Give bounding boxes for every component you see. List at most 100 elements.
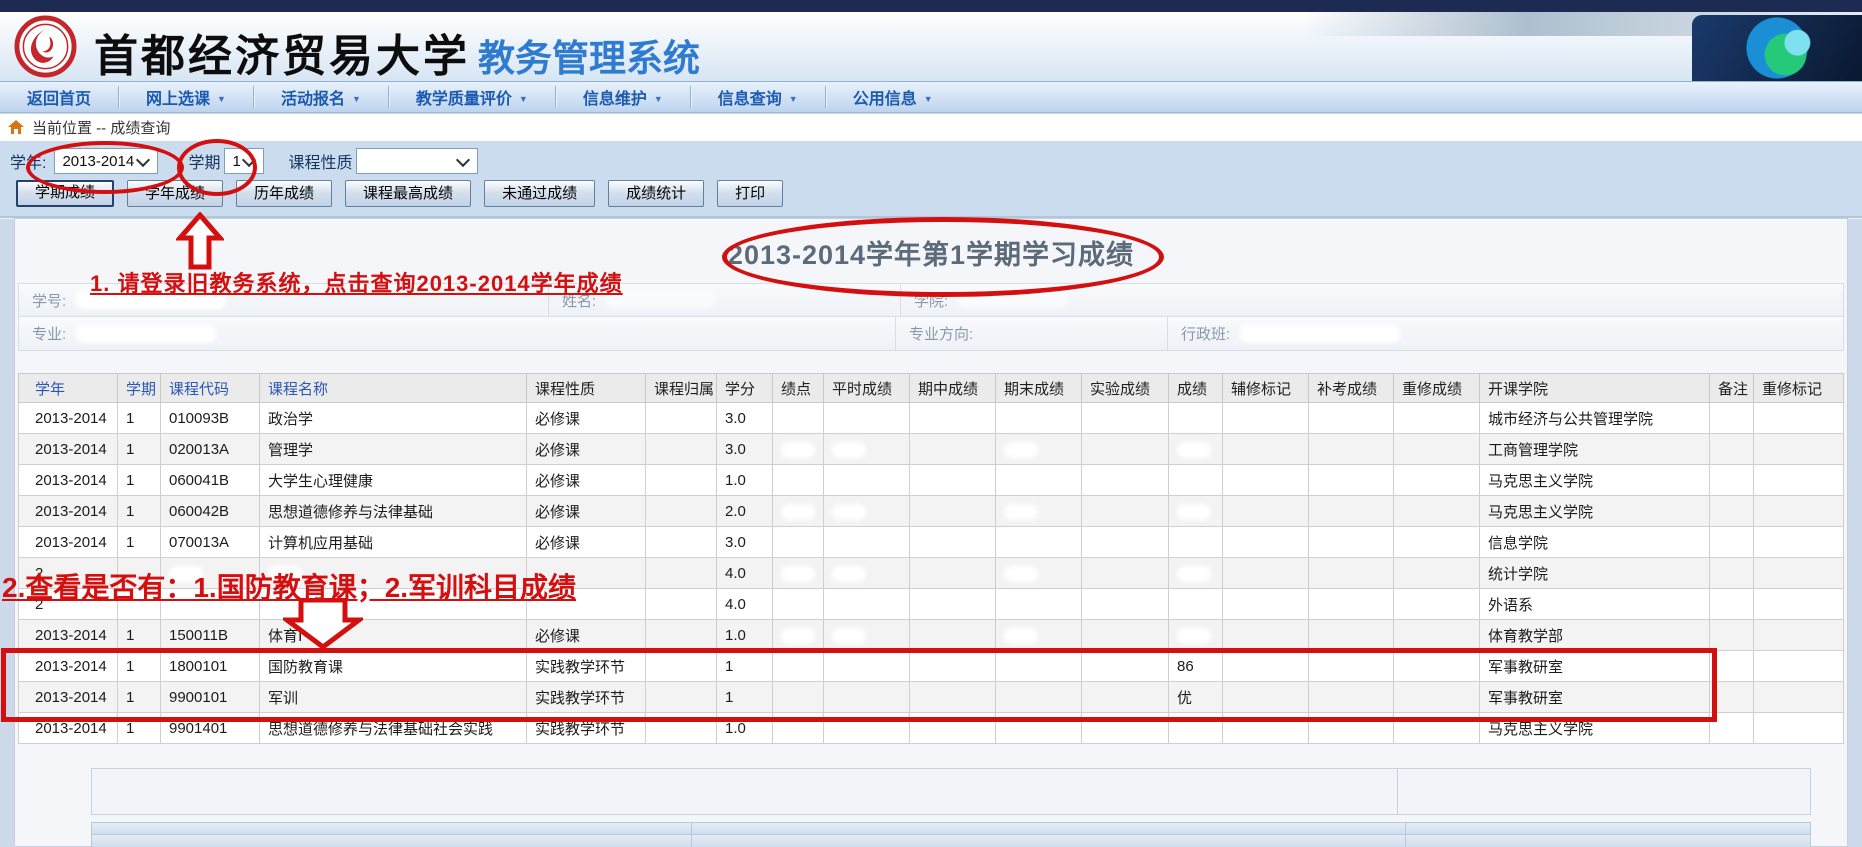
student-name-cell: 姓名: [549,284,901,316]
nav-item-label: 网上选课 [146,85,210,109]
table-row: 2013-201411800101国防教育课实践教学环节186军事教研室 [19,651,1844,682]
table-cell: 外语系 [1480,589,1710,620]
tab-button-6[interactable]: 成绩统计 [608,180,704,207]
table-cell: 1 [118,496,161,527]
table-cell: 060041B [161,465,260,496]
course-nature-label: 课程性质 [288,149,352,173]
grades-table: 学年学期课程代码课程名称课程性质课程归属学分绩点平时成绩期中成绩期末成绩实验成绩… [18,373,1844,744]
table-cell [1082,589,1169,620]
table-cell: 优 [1169,682,1223,713]
table-cell [1754,713,1844,744]
table-cell: 1 [118,527,161,558]
table-cell [824,434,910,465]
column-header: 辅修标记 [1223,374,1309,403]
year-select[interactable]: 2013-2014 [54,148,158,174]
table-cell [824,527,910,558]
decorative-swirl-image [1692,15,1862,81]
grade-query-page: 欢迎您 首都经济贸易大学 教务管理系统 返回首页 网上选课▼活动报名▼教学质量评价… [0,0,1862,847]
nav-item-4[interactable]: 教学质量评价▼ [389,82,555,112]
tab-button-3[interactable]: 历年成绩 [236,180,332,207]
table-cell: 2013-2014 [19,403,118,434]
table-cell [1394,589,1480,620]
table-cell: 1 [118,465,161,496]
table-cell [824,403,910,434]
table-cell [1169,620,1223,651]
table-cell: 体育Ⅰ [260,620,527,651]
student-id-cell: 学号: [19,284,549,316]
table-cell [996,620,1082,651]
tab-button-5[interactable]: 未通过成绩 [484,180,595,207]
nav-item-label: 信息查询 [718,85,782,109]
summary-bars [91,822,1811,847]
table-cell [161,558,260,589]
table-cell [773,403,824,434]
table-cell [910,620,996,651]
table-row: 2013-20141150011B体育Ⅰ必修课1.0体育教学部 [19,620,1844,651]
table-cell [1710,589,1754,620]
table-cell: 2013-2014 [19,651,118,682]
table-cell: 2013-2014 [19,496,118,527]
table-cell [1394,651,1480,682]
table-cell [1082,403,1169,434]
table-cell [1169,527,1223,558]
table-cell [1223,620,1309,651]
tab-button-1[interactable]: 学期成绩 [16,180,114,207]
table-cell: 必修课 [527,527,646,558]
table-row: 2013-20141060041B大学生心理健康必修课1.0马克思主义学院 [19,465,1844,496]
nav-item-5[interactable]: 信息维护▼ [556,82,690,112]
table-cell: 1800101 [161,651,260,682]
redacted-value [1177,721,1211,737]
table-cell: 2 [19,589,118,620]
term-select[interactable]: 1 [224,148,264,174]
breadcrumb-text: 当前位置 -- 成绩查询 [32,117,170,138]
table-cell: 3.0 [717,527,773,558]
nav-item-6[interactable]: 信息查询▼ [691,82,825,112]
student-college-cell: 学院: [901,284,1843,316]
nav-item-2[interactable]: 网上选课▼ [119,82,253,112]
table-cell [1394,527,1480,558]
table-cell [824,558,910,589]
table-cell [1394,403,1480,434]
table-cell: 实践教学环节 [527,651,646,682]
table-cell: 大学生心理健康 [260,465,527,496]
table-cell [996,558,1082,589]
table-cell [996,651,1082,682]
column-header: 绩点 [773,374,824,403]
tab-button-7[interactable]: 打印 [717,180,783,207]
table-cell [118,589,161,620]
table-row: 2013-201419901401思想道德修养与法律基础社会实践实践教学环节1.… [19,713,1844,744]
redacted-value [781,504,815,520]
nav-item-label: 返回首页 [27,85,91,109]
nav-item-7[interactable]: 公用信息▼ [826,82,960,112]
table-cell [996,434,1082,465]
redacted-value [268,597,302,613]
table-cell [1754,434,1844,465]
tab-button-4[interactable]: 课程最高成绩 [345,180,471,207]
header: 欢迎您 首都经济贸易大学 教务管理系统 [0,12,1862,81]
column-header: 期末成绩 [996,374,1082,403]
column-header: 学年 [19,374,118,403]
nav-item-label: 公用信息 [853,85,917,109]
table-cell: 必修课 [527,620,646,651]
table-cell: 4.0 [717,589,773,620]
table-cell [824,651,910,682]
table-cell: 9901401 [161,713,260,744]
redacted-value [1004,504,1038,520]
nav-item-3[interactable]: 活动报名▼ [254,82,388,112]
table-cell [773,682,824,713]
table-cell [1223,713,1309,744]
table-cell: 马克思主义学院 [1480,465,1710,496]
table-cell [646,558,717,589]
nav-item-1[interactable]: 返回首页 [0,82,118,112]
table-cell: 马克思主义学院 [1480,713,1710,744]
course-nature-select[interactable] [356,148,478,174]
table-cell: 1 [717,682,773,713]
table-cell: 1.0 [717,465,773,496]
table-cell [1309,465,1394,496]
table-cell [1082,434,1169,465]
tab-button-2[interactable]: 学年成绩 [127,180,223,207]
student-info-row: 专业: 专业方向: 行政班: [18,317,1844,351]
redacted-value [1177,535,1211,551]
table-cell: 工商管理学院 [1480,434,1710,465]
table-cell: 2013-2014 [19,434,118,465]
